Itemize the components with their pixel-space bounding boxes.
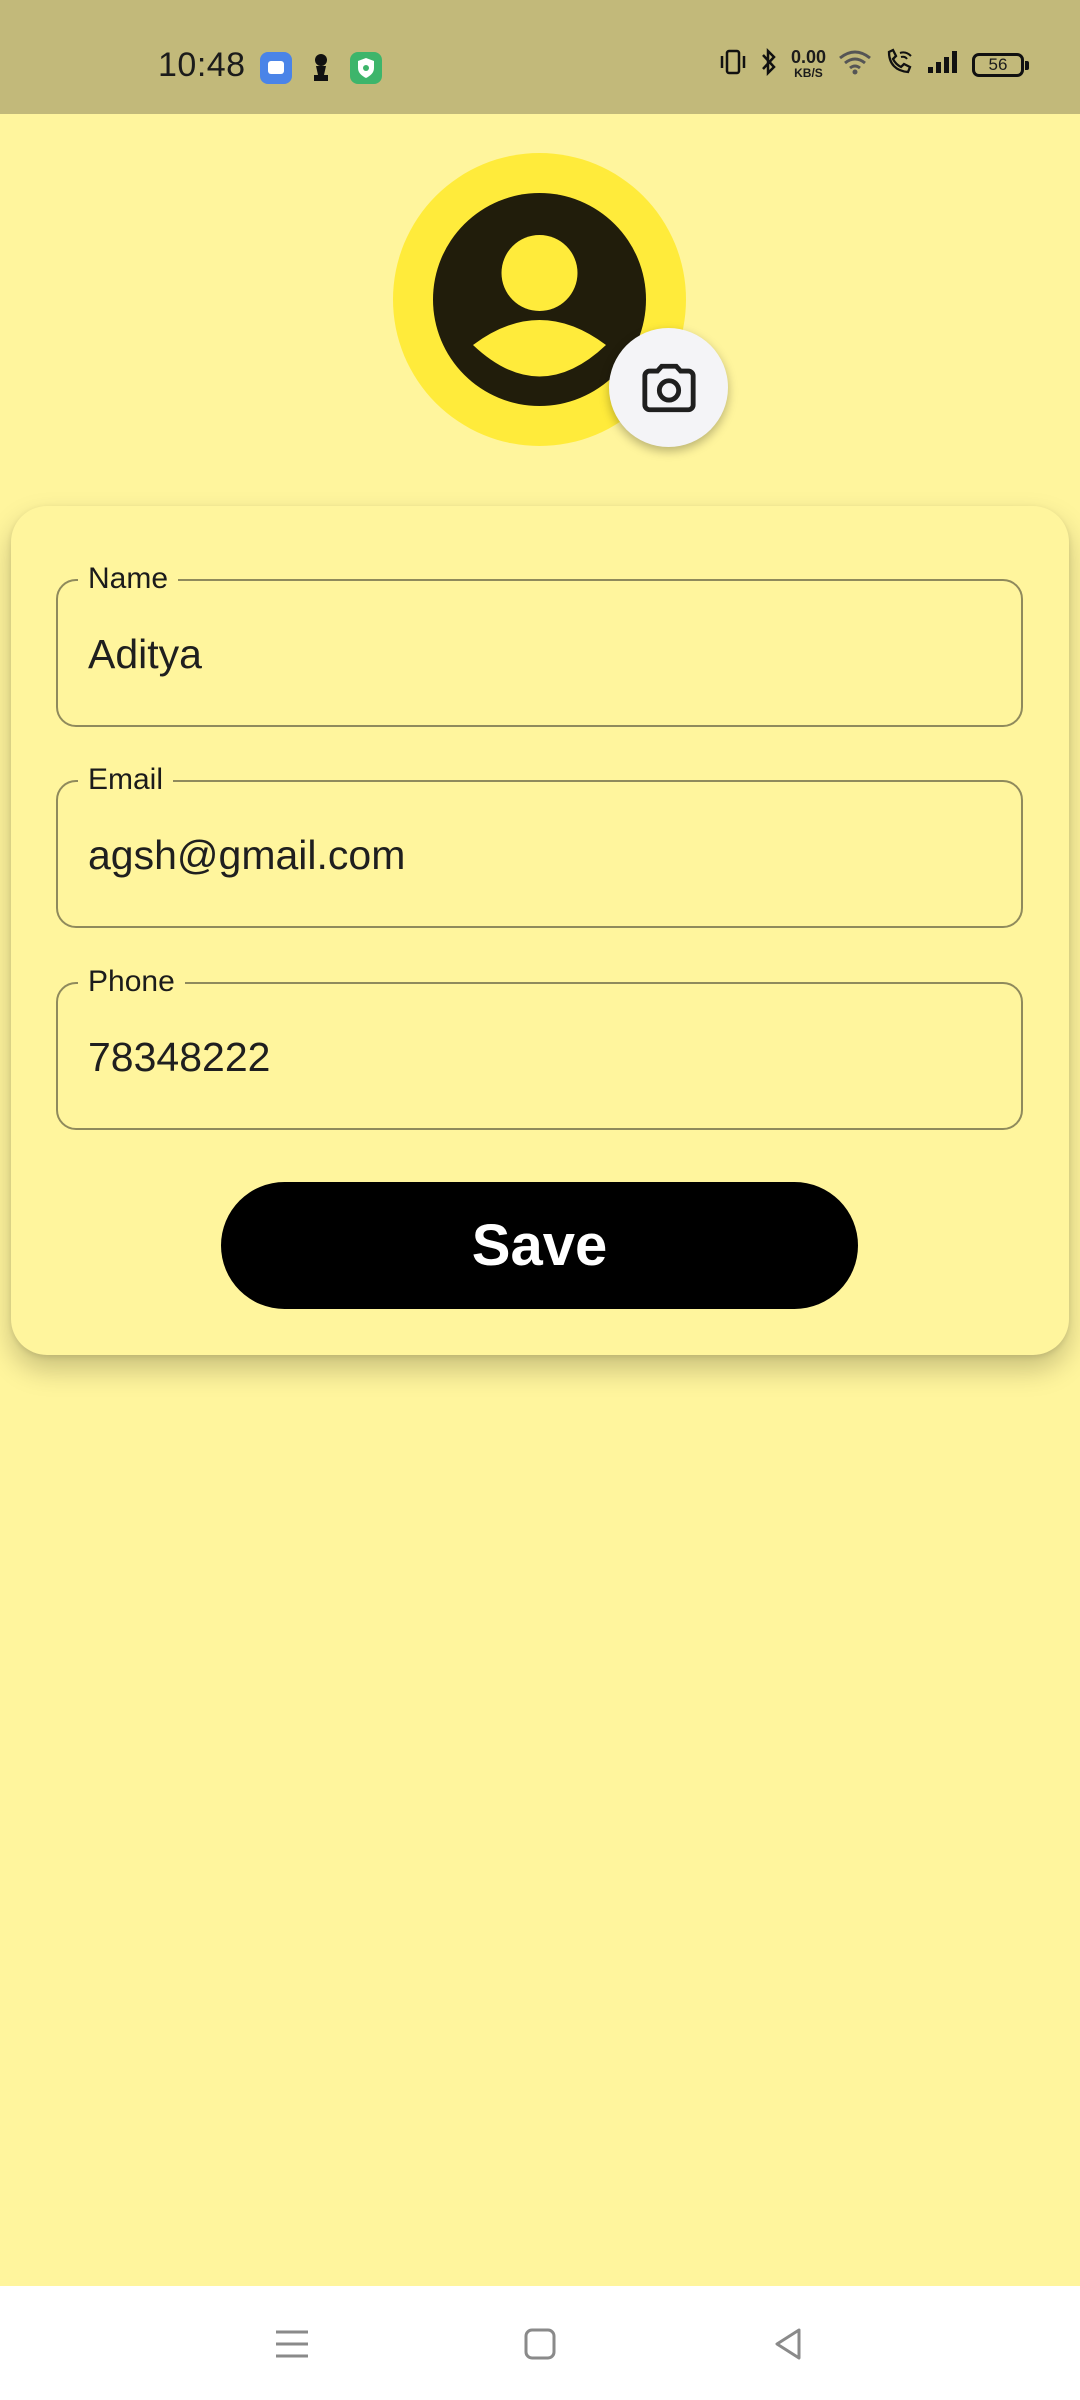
nav-home-button[interactable] [515,2319,565,2369]
status-bar: 10:48 0.00 KB/S 56 [0,0,1080,114]
shield-icon [350,52,382,84]
vibrate-icon [719,49,747,81]
phone-input[interactable] [88,1022,988,1092]
name-field-label: Name [78,559,179,599]
chess-pawn-icon [308,52,334,84]
email-field-label: Email [78,760,174,800]
battery-icon: 56 [972,53,1029,77]
wifi-call-icon [884,48,914,82]
camera-icon [641,363,696,412]
save-button[interactable]: Save [221,1182,858,1309]
status-app-icons [260,52,382,84]
status-right-icons: 0.00 KB/S 56 [719,47,1029,82]
app-icon-blue [260,52,292,84]
phone-field-label: Phone [78,962,185,1002]
net-speed-unit: KB/S [794,66,823,80]
profile-form-card: Name Email Phone Save [11,506,1069,1355]
wifi-icon [838,49,872,81]
system-navigation-bar [0,2286,1080,2400]
bluetooth-icon [759,47,779,82]
signal-icon [926,49,960,81]
battery-level: 56 [988,55,1008,74]
change-photo-button[interactable] [609,328,728,447]
name-input[interactable] [88,619,988,689]
nav-menu-button[interactable] [267,2319,317,2369]
net-speed: 0.00 KB/S [790,47,826,81]
net-speed-value: 0.00 [790,47,826,67]
status-time: 10:48 [158,46,246,84]
email-field[interactable]: Email [56,760,1023,928]
back-triangle-icon [775,2328,801,2360]
email-input[interactable] [88,820,988,890]
home-square-icon [524,2328,556,2360]
phone-field[interactable]: Phone [56,962,1023,1130]
menu-icon [276,2330,308,2358]
name-field[interactable]: Name [56,559,1023,727]
nav-back-button[interactable] [764,2319,814,2369]
